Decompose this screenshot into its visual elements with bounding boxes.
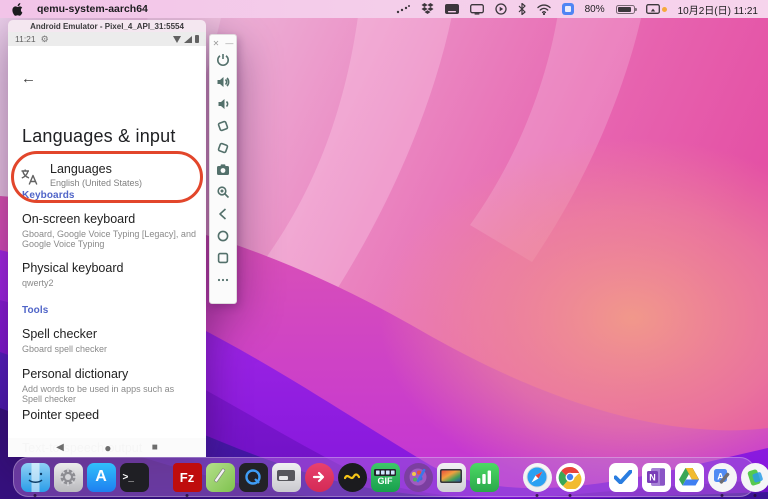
dock-terminal[interactable]: >_ [119,462,149,492]
toolbar-minimize-button[interactable]: — [225,39,233,48]
emulator-window-title: Android Emulator - Pixel_4_API_31:5554 [30,21,184,31]
toolbar-back-button[interactable] [212,203,234,225]
dock-art-palette[interactable] [403,462,433,492]
dock-stats[interactable] [469,462,499,492]
zoom-button[interactable] [212,181,234,203]
android-signal-icon [184,35,192,43]
emulator-window: Android Emulator - Pixel_4_API_31:5554 1… [8,20,237,457]
active-app-name[interactable]: qemu-system-aarch64 [37,3,148,15]
setting-row-physical-keyboard[interactable]: Physical keyboard qwerty2 [22,261,196,288]
dropbox-icon[interactable] [421,3,434,15]
nav-overview-icon[interactable]: ■ [152,442,158,453]
android-wifi-icon [173,35,181,43]
dock-finder[interactable] [20,462,50,492]
section-tools: Tools [22,305,49,316]
dock-chrome[interactable] [555,462,585,492]
rotate-right-button[interactable] [212,137,234,159]
android-status-bar: 11:21 ⚙ [8,32,206,46]
dock-emulator-app[interactable] [740,462,768,492]
svg-text:N: N [649,473,656,483]
dock-safari[interactable] [522,462,552,492]
dock-media-q[interactable] [238,462,268,492]
emulator-toolbar: ✕ — [209,34,237,304]
dock-filezilla[interactable]: Fz [172,462,202,492]
desktop: qemu-system-aarch64 80% 10月2日(日) 11:21 A… [0,0,768,499]
rotate-left-button[interactable] [212,115,234,137]
nav-home-icon[interactable]: ● [104,441,111,455]
battery-icon[interactable] [615,4,637,14]
input-source-icon[interactable] [561,3,574,15]
dock-todo[interactable] [608,462,638,492]
page-title: Languages & input [22,126,176,146]
dock-editor[interactable] [205,462,235,492]
android-screen[interactable]: 11:21 ⚙ ← Languages & input Languages En… [8,32,206,457]
keyboard-icon[interactable] [444,4,459,14]
apple-menu[interactable] [12,2,23,16]
recording-indicator-dot [661,6,667,12]
setting-row-onscreen-keyboard[interactable]: On-screen keyboard Gboard, Google Voice … [22,212,196,250]
dock-wallpaper-app[interactable] [436,462,466,492]
cellular-signal-icon[interactable] [396,4,410,14]
settings-gear-icon: ⚙ [40,33,49,44]
dock-xcode[interactable]: A [707,462,737,492]
more-button[interactable] [212,269,234,291]
dock-app-store[interactable]: A [86,462,116,492]
dock-google-drive[interactable] [674,462,704,492]
android-battery-icon [195,35,199,43]
toolbar-home-button[interactable] [212,225,234,247]
dock-utility[interactable] [271,462,301,492]
setting-row-pointer-speed[interactable]: Pointer speed [22,408,196,422]
volume-up-button[interactable] [212,71,234,93]
nav-back-icon[interactable]: ◀ [56,442,64,453]
setting-row-spell-checker[interactable]: Spell checker Gboard spell checker [22,327,196,354]
toolbar-close-button[interactable]: ✕ [213,39,220,48]
bluetooth-icon[interactable] [518,3,526,15]
dock-onenote[interactable]: N [641,462,671,492]
android-clock: 11:21 [15,34,36,44]
menu-bar-clock[interactable]: 10月2日(日) 11:21 [678,2,758,17]
dock: A >_ Fz GIF N A [13,457,768,497]
volume-down-button[interactable] [212,93,234,115]
media-play-icon[interactable] [494,3,507,15]
dock-noir[interactable] [337,462,367,492]
menu-bar: qemu-system-aarch64 80% 10月2日(日) 11:21 [0,0,768,18]
toolbar-overview-button[interactable] [212,247,234,269]
android-nav-bar: ◀ ● ■ [8,438,206,457]
wifi-icon[interactable] [536,3,551,15]
dock-gif-app[interactable]: GIF [370,462,400,492]
dock-system-settings[interactable] [53,462,83,492]
dock-broadcast[interactable] [304,462,334,492]
red-annotation-oval [11,151,203,203]
screenshot-button[interactable] [212,159,234,181]
back-arrow[interactable]: ← [21,70,36,87]
screen-mirroring-icon[interactable] [645,3,667,15]
battery-percent: 80% [584,3,605,15]
power-button[interactable] [212,49,234,71]
setting-row-personal-dictionary[interactable]: Personal dictionary Add words to be used… [22,367,196,405]
emulator-title-bar[interactable]: Android Emulator - Pixel_4_API_31:5554 [8,20,206,32]
display-icon[interactable] [469,3,484,15]
